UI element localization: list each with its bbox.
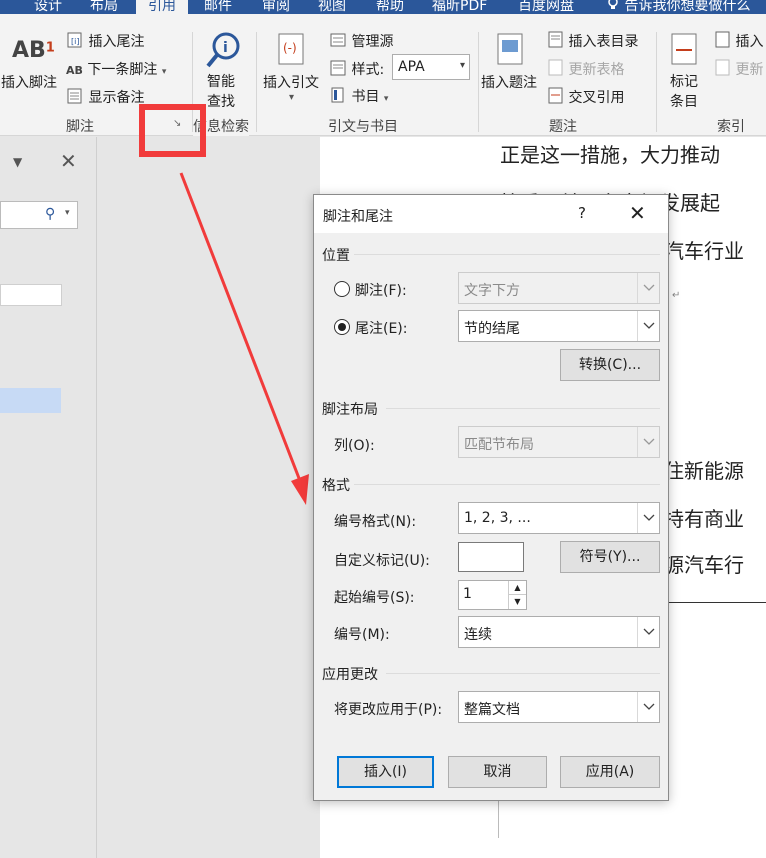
- number-format-select[interactable]: 1, 2, 3, ...: [458, 502, 660, 534]
- start-at-label: 起始编号(S):: [334, 590, 415, 606]
- columns-select[interactable]: 匹配节布局: [458, 426, 660, 458]
- chevron-down-icon: [637, 311, 659, 341]
- dialog-titlebar[interactable]: 脚注和尾注 ? ✕: [314, 195, 668, 233]
- number-format-label: 编号格式(N):: [334, 514, 417, 530]
- endnote-radio[interactable]: [334, 319, 350, 335]
- location-section-label: 位置: [322, 248, 350, 264]
- chevron-down-icon: [637, 273, 659, 303]
- cancel-button[interactable]: 取消: [448, 756, 547, 788]
- spin-down-icon[interactable]: ▼: [508, 595, 526, 609]
- apply-section-label: 应用更改: [322, 667, 378, 683]
- endnote-label: 尾注(E):: [355, 321, 408, 337]
- spin-up-icon[interactable]: ▲: [508, 581, 526, 595]
- chevron-down-icon: [637, 617, 659, 647]
- apply-to-label: 将更改应用于(P):: [334, 702, 443, 718]
- start-at-value: 1: [463, 586, 472, 602]
- convert-button[interactable]: 转换(C)...: [560, 349, 660, 381]
- insert-button[interactable]: 插入(I): [337, 756, 434, 788]
- numbering-select[interactable]: 连续: [458, 616, 660, 648]
- apply-to-select[interactable]: 整篇文档: [458, 691, 660, 723]
- footnote-position-select[interactable]: 文字下方: [458, 272, 660, 304]
- chevron-down-icon: [637, 503, 659, 533]
- footnote-label: 脚注(F):: [355, 283, 407, 299]
- symbol-button[interactable]: 符号(Y)...: [560, 541, 660, 573]
- format-section-label: 格式: [322, 478, 350, 494]
- help-icon[interactable]: ?: [578, 204, 586, 222]
- close-icon[interactable]: ✕: [629, 201, 646, 225]
- columns-label: 列(O):: [334, 438, 375, 454]
- layout-section-label: 脚注布局: [322, 402, 378, 418]
- footnote-endnote-dialog: 脚注和尾注 ? ✕ 位置 脚注(F): 文字下方 尾注(E): 节的结尾 转换(…: [313, 194, 669, 801]
- start-at-stepper[interactable]: 1 ▲ ▼: [458, 580, 527, 610]
- custom-mark-label: 自定义标记(U):: [334, 553, 430, 569]
- numbering-label: 编号(M):: [334, 627, 390, 643]
- chevron-down-icon: [637, 692, 659, 722]
- custom-mark-input[interactable]: [458, 542, 524, 572]
- apply-button[interactable]: 应用(A): [560, 756, 660, 788]
- footnote-radio[interactable]: [334, 281, 350, 297]
- chevron-down-icon: [637, 427, 659, 457]
- endnote-position-select[interactable]: 节的结尾: [458, 310, 660, 342]
- dialog-title: 脚注和尾注: [323, 209, 393, 225]
